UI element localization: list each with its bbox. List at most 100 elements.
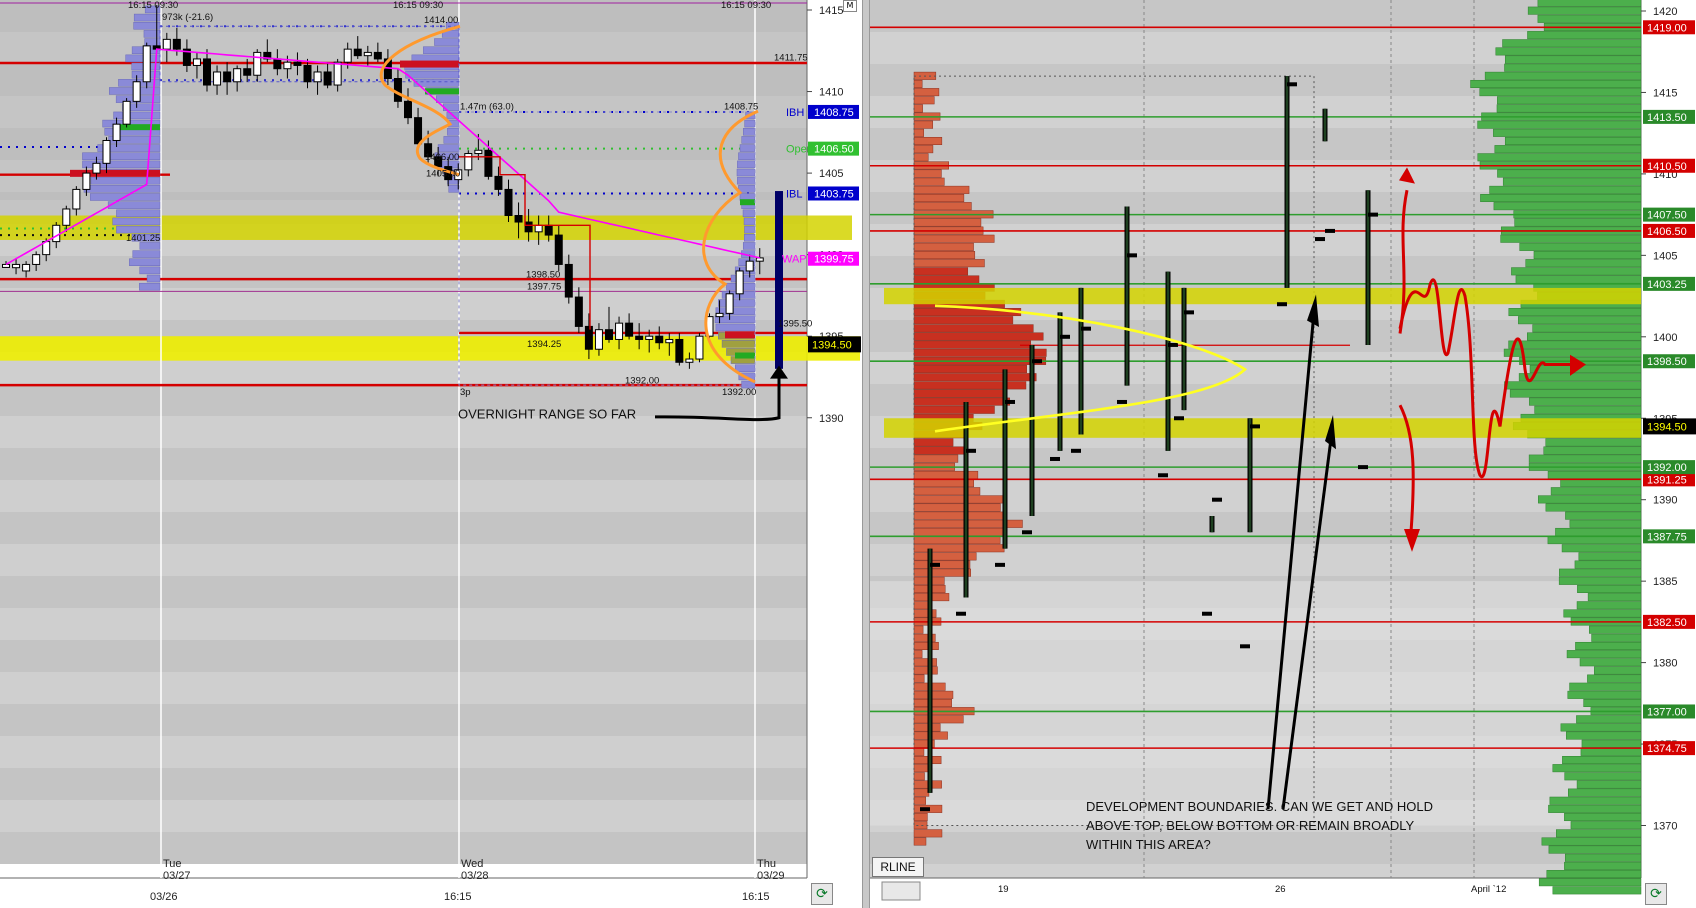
volume-profile-bar — [913, 625, 924, 634]
candle-body — [665, 338, 674, 344]
volume-profile-bar — [1537, 0, 1642, 7]
value-marker — [735, 352, 755, 359]
volume-profile-bar — [1581, 739, 1642, 748]
volume-profile-bar — [1548, 804, 1642, 813]
candle-body — [695, 335, 704, 360]
volume-profile-bar — [139, 282, 161, 291]
candle-body — [253, 51, 262, 76]
volume-profile-bar — [1545, 438, 1642, 447]
right-sync-icon[interactable]: ⟳ — [1645, 883, 1667, 905]
volume-profile-bar — [913, 153, 929, 162]
volume-profile-bar — [1477, 120, 1642, 129]
level-label: 3p — [460, 387, 471, 398]
right-chart-svg: DEVELOPMENT BOUNDARIES. CAN WE GET AND H… — [870, 0, 1696, 908]
marker-value-label: 1408.75 — [814, 107, 854, 119]
bottom-time-label: 16:15 — [742, 891, 770, 903]
price-tick-label: 1380 — [1653, 658, 1677, 670]
volume-profile-bar — [1538, 878, 1642, 887]
volume-profile-bar — [447, 127, 460, 136]
green-level-label: 1387.75 — [1647, 531, 1687, 543]
volume-profile-bar — [1527, 332, 1642, 341]
background-band — [0, 288, 807, 320]
volume-profile-bar — [1555, 527, 1642, 536]
candle-body — [645, 335, 654, 340]
candle-body — [715, 312, 724, 318]
candle-body — [675, 338, 684, 363]
volume-profile-bar — [423, 46, 460, 54]
volume-profile-bar — [1504, 136, 1642, 145]
candle-body — [745, 260, 754, 272]
volume-profile-bar — [913, 813, 928, 822]
candle-body — [725, 293, 734, 314]
volume-profile-bar — [913, 348, 1047, 357]
volume-profile-bar — [1538, 495, 1642, 504]
candle-body — [594, 329, 603, 350]
volume-profile-bar — [1533, 251, 1642, 260]
volume-profile-bar — [133, 21, 161, 30]
volume-profile-bar — [1560, 723, 1642, 732]
date-label: 03/27 — [163, 870, 191, 882]
volume-profile-bar — [913, 511, 1006, 520]
background-band — [0, 480, 807, 512]
volume-profile-bar — [1546, 870, 1642, 879]
volume-profile-bar — [1589, 625, 1642, 634]
volume-profile-bar — [1519, 242, 1642, 251]
volume-profile-bar — [1564, 772, 1642, 781]
marker-value-label: 1406.50 — [814, 144, 854, 156]
volume-profile-bar — [1569, 682, 1642, 691]
volume-profile-bar — [738, 152, 756, 160]
price-axis-bg — [1641, 0, 1696, 908]
volume-profile-bar — [1594, 666, 1642, 675]
price-tick-label: 1370 — [1653, 821, 1677, 833]
volume-profile-bar — [913, 267, 969, 276]
level-label: 1408.75 — [724, 101, 758, 112]
volume-profile-bar — [913, 641, 939, 650]
volume-profile-bar — [913, 120, 934, 129]
volume-profile-bar — [436, 95, 460, 103]
volume-profile-bar — [913, 690, 954, 699]
time-axis-bg — [0, 878, 807, 908]
volume-profile-bar — [913, 136, 943, 145]
candle-body — [584, 325, 593, 350]
volume-profile-bar — [913, 145, 934, 154]
volume-profile-bar — [112, 217, 161, 226]
candle-body — [484, 149, 493, 177]
volume-profile-bar — [1580, 747, 1642, 756]
volume-profile-bar — [1529, 365, 1642, 374]
volume-profile-bar — [405, 70, 460, 79]
volume-profile-bar — [1529, 397, 1642, 406]
left-sync-icon[interactable]: ⟳ — [811, 883, 833, 905]
candle-body — [203, 58, 211, 86]
candle-body — [72, 188, 81, 210]
candle-body — [172, 38, 181, 50]
candle-body — [12, 263, 21, 269]
date-axis-label: 19 — [998, 884, 1009, 895]
volume-profile-bar — [913, 536, 1001, 545]
volume-profile-bar — [744, 225, 756, 234]
volume-profile-bar — [1547, 536, 1642, 545]
volume-profile-bar — [1500, 234, 1642, 243]
pane-divider[interactable] — [862, 0, 870, 908]
candle-body — [213, 71, 222, 86]
volume-profile-bar — [913, 837, 927, 846]
volume-profile-bar — [913, 601, 929, 610]
green-level-label: 1392.00 — [1647, 462, 1687, 474]
volume-profile-bar — [1575, 641, 1642, 650]
volume-profile-bar — [736, 168, 756, 177]
volume-profile-bar — [1564, 813, 1642, 822]
time-axis-bg — [870, 878, 1641, 908]
price-tick-label: 1420 — [1653, 6, 1677, 18]
rline-button[interactable]: RLINE — [872, 857, 924, 877]
top-time-label: 16:15 09:30 — [128, 0, 178, 11]
candle-body — [735, 270, 744, 295]
price-tick-label: 1405 — [819, 168, 843, 180]
volume-profile-bar — [913, 674, 925, 683]
volume-profile-bar — [913, 438, 954, 447]
volume-profile-bar — [448, 185, 460, 193]
candle-body — [162, 38, 171, 50]
left-corner-marker-icon[interactable]: M — [843, 0, 857, 12]
volume-profile-bar — [1532, 324, 1642, 333]
volume-profile-bar — [1480, 194, 1642, 203]
volume-profile-bar — [913, 96, 935, 105]
right-chart-pane: DEVELOPMENT BOUNDARIES. CAN WE GET AND H… — [870, 0, 1696, 908]
